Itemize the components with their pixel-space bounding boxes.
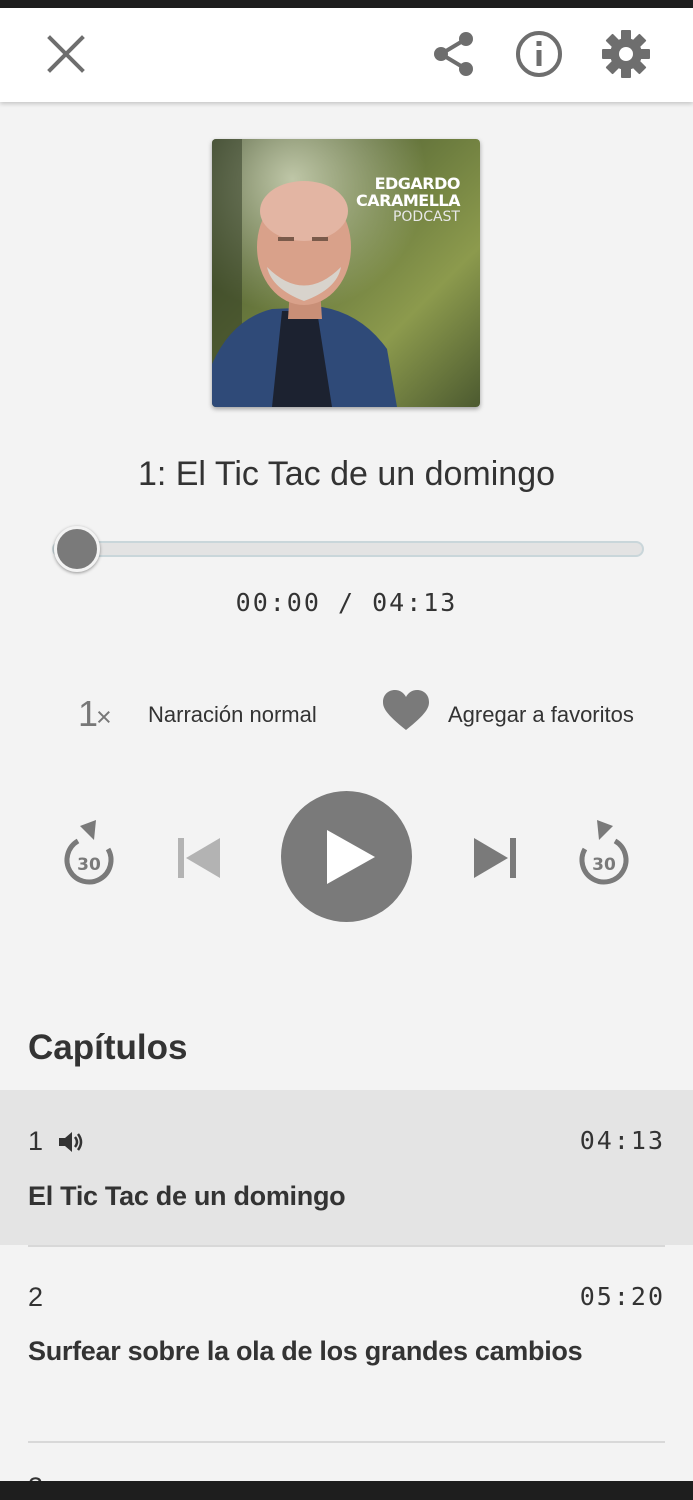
total-time: 04:13: [372, 588, 458, 617]
info-icon[interactable]: [513, 28, 565, 80]
rewind-30-icon: 30: [64, 820, 114, 885]
chapter-duration: 05:20: [579, 1282, 665, 1311]
playback-speed-multiplier[interactable]: ×: [96, 702, 112, 733]
time-readout: 00:00 / 04:13: [0, 588, 693, 617]
chapter-title: Surfear sobre la ola de los grandes camb…: [28, 1336, 583, 1366]
cover-title: EDGARDO CARAMELLA PODCAST: [356, 175, 460, 226]
rewind-30-button[interactable]: 30: [58, 820, 120, 890]
play-icon: [326, 829, 375, 884]
divider: [28, 1441, 665, 1443]
chapters-heading: Capítulos: [28, 1028, 188, 1067]
playback-speed-label[interactable]: Narración normal: [148, 702, 317, 728]
cover-title-line1: EDGARDO: [374, 174, 461, 193]
close-icon[interactable]: [40, 28, 92, 80]
podcast-cover-art: EDGARDO CARAMELLA PODCAST: [212, 139, 480, 407]
next-track-button[interactable]: [468, 830, 524, 886]
chapter-number: 1: [28, 1126, 44, 1156]
heart-icon[interactable]: [383, 690, 429, 737]
navigation-bar: [0, 1481, 693, 1500]
forward-30-label: 30: [592, 855, 616, 875]
seek-thumb[interactable]: [54, 526, 100, 572]
skip-next-icon: [474, 838, 516, 878]
status-bar: [0, 0, 693, 8]
speaker-icon: [58, 1130, 84, 1159]
chapter-title: El Tic Tac de un domingo: [28, 1181, 346, 1211]
time-separator: /: [337, 588, 356, 617]
forward-30-button[interactable]: 30: [573, 820, 635, 890]
skip-previous-icon: [178, 838, 220, 878]
chapter-item[interactable]: 1 04:13 El Tic Tac de un domingo: [0, 1090, 693, 1245]
rewind-30-label: 30: [77, 855, 101, 875]
chapter-number: 2: [28, 1282, 44, 1312]
app-bar: [0, 8, 693, 102]
gear-icon[interactable]: [600, 28, 652, 80]
previous-track-button[interactable]: [170, 830, 226, 886]
track-title: 1: El Tic Tac de un domingo: [137, 455, 556, 493]
chapter-duration: 04:13: [579, 1126, 665, 1155]
current-time: 00:00: [235, 588, 321, 617]
share-icon[interactable]: [428, 28, 480, 80]
seek-bar[interactable]: [52, 541, 644, 557]
chapter-item[interactable]: 2 05:20 Surfear sobre la ola de los gran…: [0, 1247, 693, 1441]
add-favorite-label[interactable]: Agregar a favoritos: [448, 702, 634, 728]
play-button[interactable]: [281, 791, 412, 922]
cover-title-line2: CARAMELLA: [356, 191, 460, 210]
forward-30-icon: 30: [579, 820, 629, 885]
cover-title-line3: PODCAST: [392, 209, 460, 225]
